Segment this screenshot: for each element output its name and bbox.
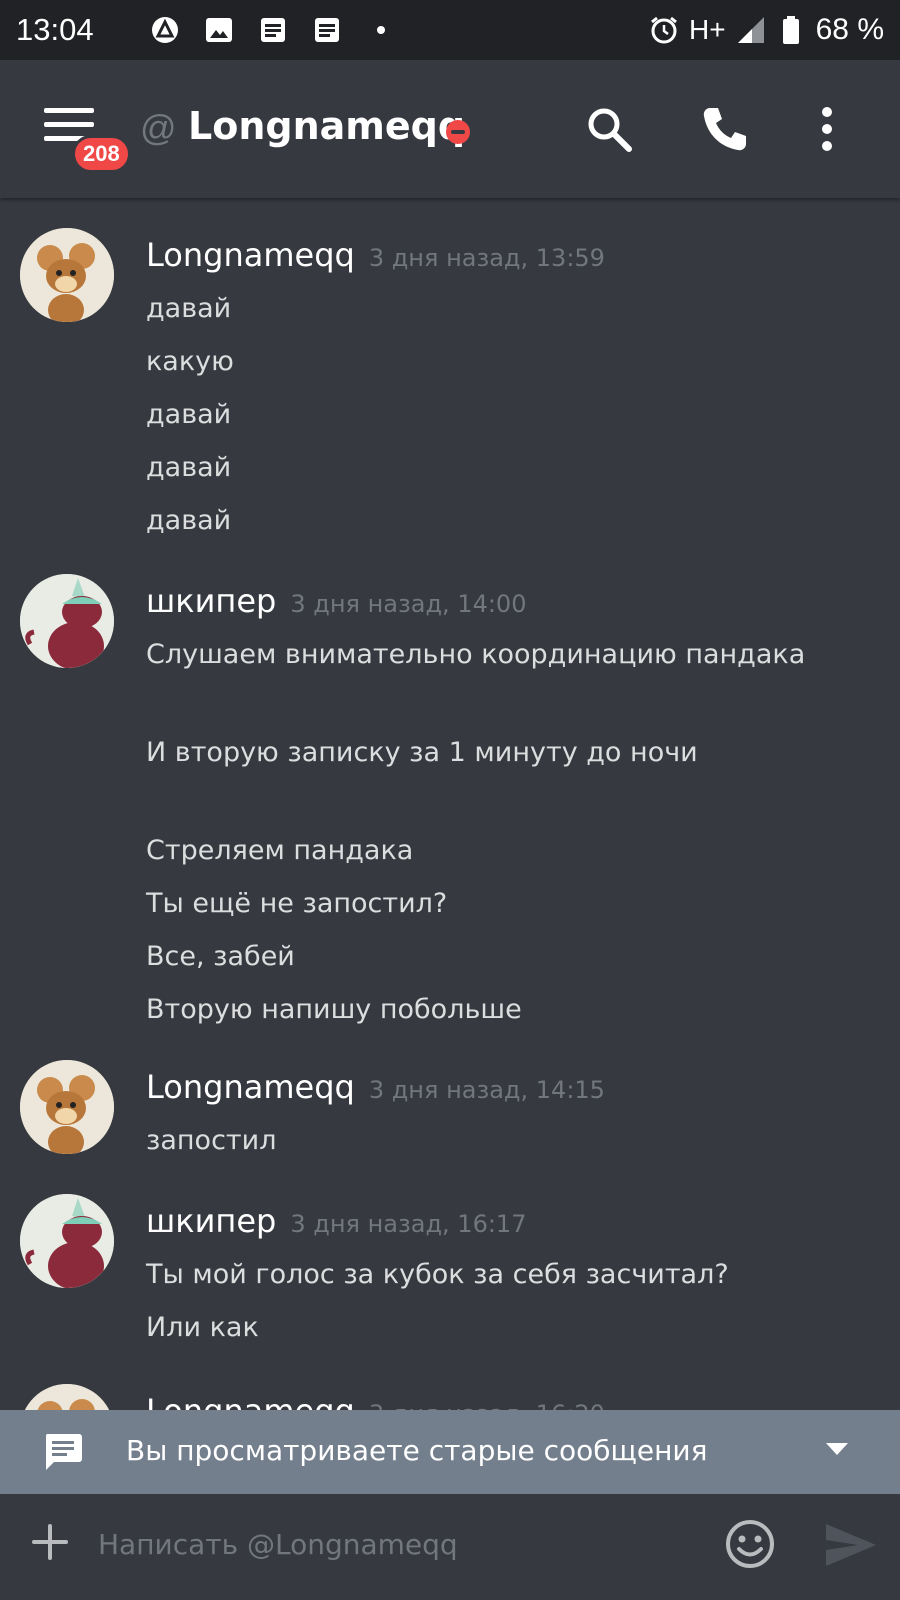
- dot-icon: [366, 15, 396, 45]
- app-icon: [150, 15, 180, 45]
- avatar[interactable]: [20, 574, 114, 668]
- author-name[interactable]: Longnameqq: [146, 236, 355, 274]
- author-name[interactable]: шкипер: [146, 1202, 276, 1240]
- message-body: давай какую давай давай давай: [146, 282, 886, 547]
- avatar[interactable]: [20, 1060, 114, 1154]
- channel-title[interactable]: Longnameqq: [188, 104, 465, 148]
- author-line: Longnameqq 3 дня назад, 14:15: [146, 1068, 605, 1106]
- message-line[interactable]: какую: [146, 335, 886, 388]
- cat-avatar: [20, 574, 114, 668]
- chevron-down-icon[interactable]: [826, 1443, 848, 1455]
- message-list[interactable]: Longnameqq 3 дня назад, 13:59 давай какую…: [0, 198, 900, 1410]
- battery-level: 68 %: [815, 13, 884, 46]
- more-vertical-icon: [822, 107, 832, 151]
- message-line[interactable]: Вторую напишу побольше: [146, 983, 886, 1036]
- message-body: Ты мой голос за кубок за себя засчитал? …: [146, 1248, 886, 1354]
- timestamp: 3 дня назад, 13:59: [368, 244, 605, 272]
- network-type: H+: [689, 14, 726, 45]
- message-line[interactable]: И вторую записку за 1 минуту до ночи: [146, 726, 886, 779]
- hamburger-icon: [44, 108, 94, 113]
- message-line[interactable]: Слушаем внимательно координацию пандака: [146, 628, 886, 681]
- dnd-status-icon: [446, 120, 470, 144]
- timestamp: 3 дня назад, 16:17: [290, 1210, 527, 1238]
- message-line[interactable]: Или как: [146, 1301, 886, 1354]
- message-line[interactable]: Стреляем пандака: [146, 824, 886, 877]
- avatar[interactable]: [20, 1194, 114, 1288]
- message-body: Слушаем внимательно координацию пандака …: [146, 628, 886, 1036]
- jerry-mouse-avatar: [20, 1384, 114, 1410]
- jerry-mouse-avatar: [20, 1060, 114, 1154]
- author-name[interactable]: шкипер: [146, 582, 276, 620]
- alarm-icon: [649, 15, 679, 45]
- image-icon: [204, 15, 234, 45]
- message-line[interactable]: давай: [146, 282, 886, 335]
- author-name[interactable]: Longnameqq: [146, 1068, 355, 1106]
- message-line[interactable]: давай: [146, 494, 886, 547]
- message-line[interactable]: Ты мой голос за кубок за себя засчитал?: [146, 1248, 886, 1301]
- message-input[interactable]: [98, 1516, 698, 1572]
- avatar[interactable]: [20, 228, 114, 322]
- timestamp: 3 дня назад, 16:20: [369, 1400, 605, 1410]
- battery-icon: [776, 15, 806, 45]
- hamburger-icon-bar: [44, 122, 94, 127]
- message-line[interactable]: Ты ещё не запостил?: [146, 877, 886, 930]
- status-time: 13:04: [16, 12, 94, 47]
- old-messages-banner[interactable]: Вы просматриваете старые сообщения: [0, 1410, 900, 1494]
- message-line[interactable]: запостил: [146, 1114, 886, 1167]
- cat-avatar: [20, 1194, 114, 1288]
- message-body: запостил: [146, 1114, 886, 1167]
- search-button[interactable]: [582, 102, 636, 156]
- author-name[interactable]: Longnameqq: [146, 1392, 355, 1410]
- timestamp: 3 дня назад, 14:00: [290, 590, 527, 618]
- message-line[interactable]: давай: [146, 441, 886, 494]
- doc-icon: [258, 15, 288, 45]
- emoji-icon[interactable]: [724, 1518, 776, 1570]
- doc-icon: [312, 15, 342, 45]
- jerry-mouse-avatar: [20, 228, 114, 322]
- author-line: шкипер 3 дня назад, 16:17: [146, 1202, 526, 1240]
- status-right: H+ 68 %: [649, 13, 884, 47]
- at-icon: @: [140, 107, 177, 148]
- phone-icon: [703, 108, 746, 151]
- add-attachment-button[interactable]: [30, 1522, 70, 1562]
- author-line: Longnameqq 3 дня назад, 13:59: [146, 236, 605, 274]
- message-line[interactable]: Все, забей: [146, 930, 886, 983]
- author-line: Longnameqq 3 дня назад, 16:20: [146, 1392, 605, 1410]
- author-line: шкипер 3 дня назад, 14:00: [146, 582, 526, 620]
- channel-toolbar: 208 @ Longnameqq: [0, 60, 900, 198]
- message-line[interactable]: давай: [146, 388, 886, 441]
- message-composer: [0, 1494, 900, 1600]
- search-icon: [588, 108, 632, 152]
- send-icon[interactable]: [824, 1520, 878, 1570]
- chat-bubble-icon: [45, 1434, 82, 1470]
- timestamp: 3 дня назад, 14:15: [368, 1076, 605, 1104]
- overflow-menu-button[interactable]: [800, 102, 854, 156]
- signal-icon: [736, 15, 766, 45]
- unread-badge: 208: [72, 135, 131, 173]
- avatar[interactable]: [20, 1384, 114, 1410]
- old-messages-text: Вы просматриваете старые сообщения: [126, 1434, 708, 1467]
- status-bar: 13:04 H+ 68 %: [0, 0, 900, 60]
- call-button[interactable]: [698, 102, 752, 156]
